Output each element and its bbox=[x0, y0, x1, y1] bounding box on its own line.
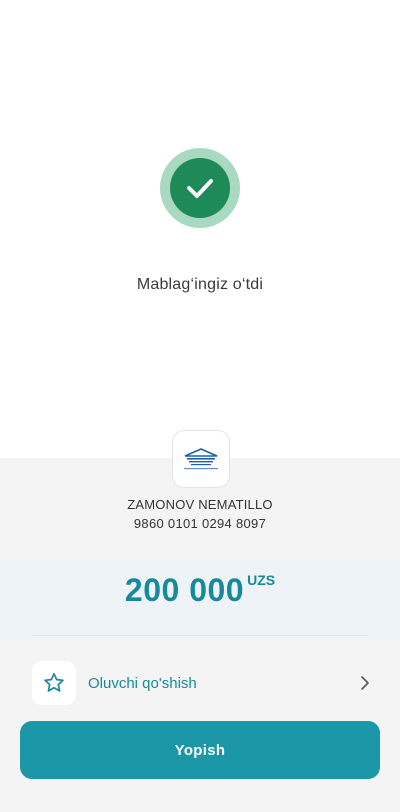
close-button[interactable]: Yopish bbox=[20, 721, 380, 779]
amount-value: 200 000 bbox=[124, 572, 245, 608]
recipient-card-number: 9860 0101 0294 8097 bbox=[133, 516, 267, 531]
bank-logo-icon bbox=[184, 448, 218, 470]
amount: 200 000 UZS bbox=[0, 572, 400, 609]
success-message: Mablag‘ingiz o‘tdi bbox=[136, 276, 264, 293]
payment-success-screen: Mablag‘ingiz o‘tdi ZAMONOV NEMATILLO 986… bbox=[0, 0, 400, 812]
bank-logo bbox=[172, 430, 230, 488]
success-indicator bbox=[160, 148, 240, 228]
check-icon bbox=[187, 179, 213, 198]
recipient-name: ZAMONOV NEMATILLO bbox=[127, 497, 273, 512]
add-recipient-label: Oluvchi qo'shish bbox=[88, 674, 197, 692]
divider bbox=[32, 635, 368, 636]
success-circle bbox=[170, 158, 230, 218]
star-icon bbox=[44, 672, 64, 692]
add-recipient-button[interactable]: Oluvchi qo'shish bbox=[0, 656, 400, 710]
star-icon-box bbox=[32, 661, 76, 705]
chevron-right-icon bbox=[358, 676, 372, 690]
amount-currency: UZS bbox=[247, 572, 276, 588]
